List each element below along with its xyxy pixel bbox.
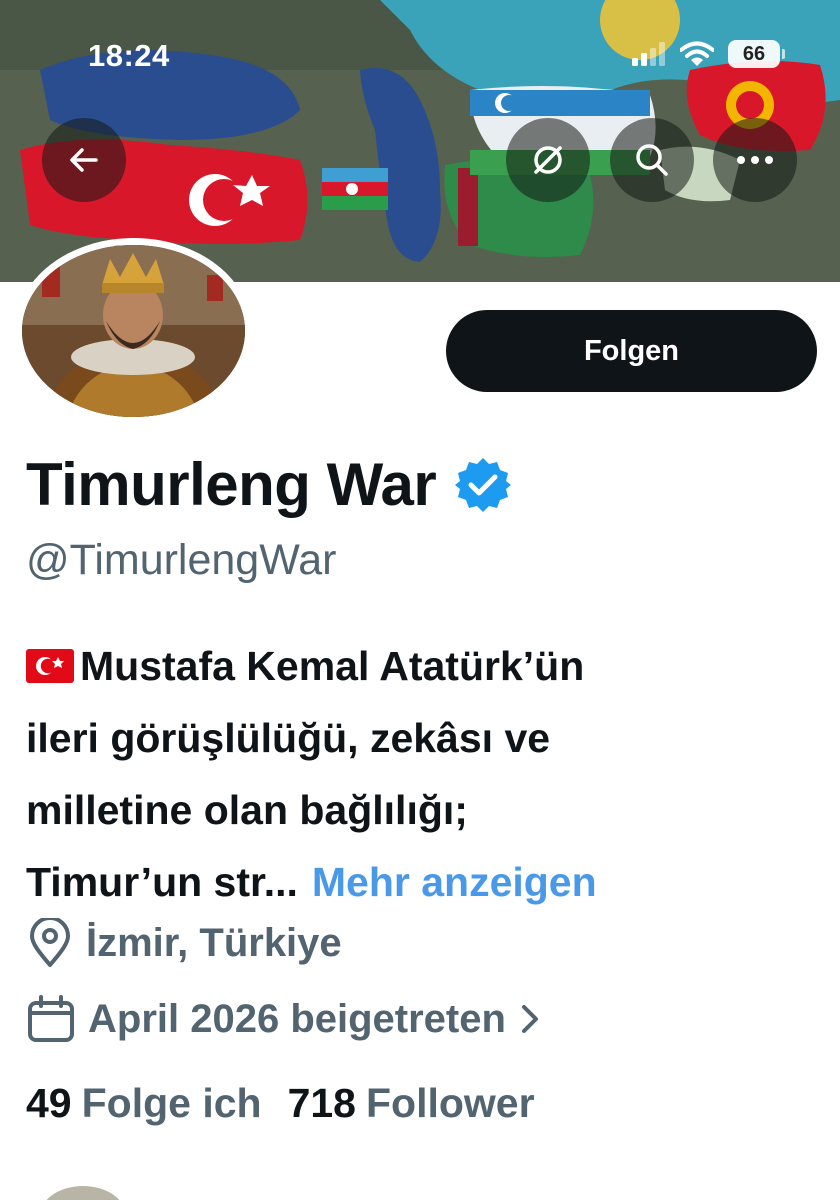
status-time: 18:24 xyxy=(88,38,170,73)
show-more-link[interactable]: Mehr anzeigen xyxy=(312,859,597,905)
bio-text: Timur’un str... xyxy=(26,859,298,905)
bio-line: Mustafa Kemal Atatürk’ün xyxy=(26,630,826,702)
bio-text: Mustafa Kemal Atatürk’ün xyxy=(80,643,585,689)
search-button[interactable] xyxy=(610,118,694,202)
status-icons: 66 xyxy=(632,40,785,68)
wifi-icon xyxy=(680,41,714,66)
more-icon xyxy=(737,156,773,164)
display-name: Timurleng War xyxy=(26,451,437,518)
avatar-image xyxy=(22,245,245,417)
joined-row[interactable]: April 2026 beigetreten xyxy=(26,994,542,1044)
back-button[interactable] xyxy=(42,118,126,202)
grok-button[interactable] xyxy=(506,118,590,202)
followers-count: 718 xyxy=(287,1080,356,1126)
followers-link[interactable]: 718 Follower xyxy=(288,1080,535,1127)
following-count: 49 xyxy=(26,1080,72,1126)
avatar-portrait xyxy=(22,245,245,417)
profile-handle: @TimurlengWar xyxy=(26,536,337,584)
chevron-right-icon xyxy=(521,1005,538,1033)
signal-icon xyxy=(632,42,665,66)
verified-badge-icon[interactable] xyxy=(454,456,512,514)
calendar-icon xyxy=(28,995,74,1042)
following-link[interactable]: 49 Folge ich xyxy=(26,1080,262,1127)
back-arrow-icon xyxy=(70,148,98,172)
follow-stats: 49 Folge ich 718 Follower xyxy=(26,1080,535,1127)
follower-avatar-preview xyxy=(40,1186,126,1200)
bio-line: milletine olan bağlılığı; xyxy=(26,787,468,833)
following-label: Folge ich xyxy=(81,1080,262,1126)
followers-label: Follower xyxy=(366,1080,535,1126)
profile-bio: Mustafa Kemal Atatürk’ün ileri görüşlülü… xyxy=(26,630,826,918)
location-text: İzmir, Türkiye xyxy=(86,920,342,965)
flag-turkey-icon xyxy=(26,649,74,683)
location-pin-icon xyxy=(30,918,70,967)
grok-icon xyxy=(534,146,562,174)
battery-icon: 66 xyxy=(728,40,785,68)
status-bar: 18:24 66 xyxy=(0,0,840,110)
follow-button[interactable]: Folgen xyxy=(446,310,817,392)
joined-text: April 2026 beigetreten xyxy=(88,996,506,1041)
bio-line: Timur’un str... Mehr anzeigen xyxy=(26,846,826,918)
location-row: İzmir, Türkiye xyxy=(26,918,342,968)
more-button[interactable] xyxy=(713,118,797,202)
bio-line: ileri görüşlülüğü, zekâsı ve xyxy=(26,715,551,761)
search-icon xyxy=(636,144,668,176)
profile-avatar[interactable] xyxy=(15,238,252,424)
name-row: Timurleng War xyxy=(26,450,512,519)
